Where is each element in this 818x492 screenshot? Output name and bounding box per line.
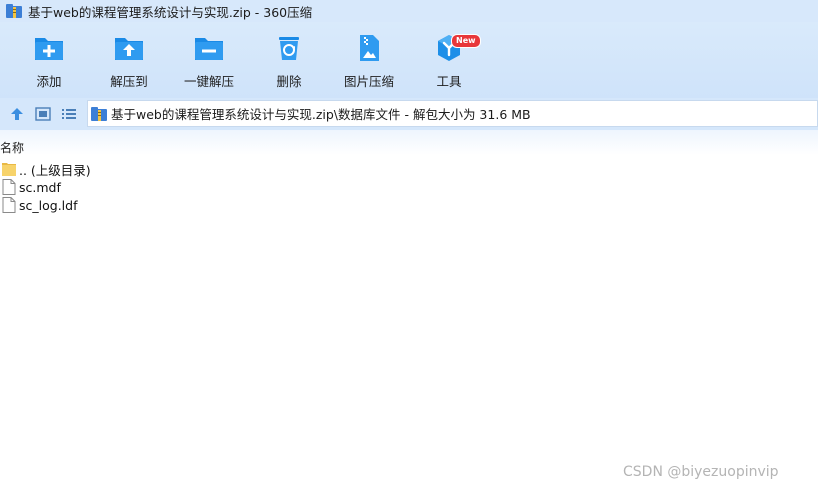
address-bar[interactable]: 基于web的课程管理系统设计与实现.zip\数据库文件 - 解包大小为 31.6… bbox=[87, 100, 818, 127]
list-item-parent-dir[interactable]: .. (上级目录) bbox=[0, 160, 818, 178]
delete-label: 删除 bbox=[276, 74, 302, 89]
add-button[interactable]: 添加 bbox=[9, 32, 89, 94]
archive-icon bbox=[6, 4, 22, 18]
list-view-icon[interactable] bbox=[61, 106, 77, 122]
title-bar: 基于web的课程管理系统设计与实现.zip - 360压缩 bbox=[0, 0, 818, 22]
delete-icon bbox=[279, 37, 299, 60]
watermark: CSDN @biyezuopinvip bbox=[623, 464, 779, 480]
folder-icon bbox=[2, 163, 16, 176]
image-compress-button[interactable]: 图片压缩 bbox=[329, 32, 409, 94]
window-title: 基于web的课程管理系统设计与实现.zip - 360压缩 bbox=[28, 4, 313, 20]
extract-to-button[interactable]: 解压到 bbox=[89, 32, 169, 94]
navigation-bar: 基于web的课程管理系统设计与实现.zip\数据库文件 - 解包大小为 31.6… bbox=[0, 98, 818, 130]
one-click-extract-label: 一键解压 bbox=[183, 74, 234, 89]
list-item-file[interactable]: sc.mdf bbox=[0, 178, 818, 196]
column-header-name[interactable]: 名称 bbox=[0, 139, 24, 156]
list-item-name: .. (上级目录) bbox=[19, 162, 91, 178]
archive-icon bbox=[91, 106, 107, 121]
up-arrow-icon[interactable] bbox=[9, 106, 25, 122]
list-header: 名称 bbox=[0, 130, 818, 155]
extract-to-label: 解压到 bbox=[110, 74, 148, 89]
file-list: .. (上级目录) sc.mdf sc_log.ldf bbox=[0, 160, 818, 214]
toolbar: 添加 解压到 一键解压 删除 图片压缩 New 工具 bbox=[0, 22, 818, 98]
one-click-extract-icon bbox=[195, 38, 223, 60]
file-icon bbox=[2, 179, 16, 195]
list-item-file[interactable]: sc_log.ldf bbox=[0, 196, 818, 214]
one-click-extract-button[interactable]: 一键解压 bbox=[169, 32, 249, 94]
add-icon bbox=[35, 38, 63, 60]
list-item-name: sc_log.ldf bbox=[19, 197, 78, 213]
address-path: 基于web的课程管理系统设计与实现.zip\数据库文件 - 解包大小为 31.6… bbox=[111, 107, 531, 122]
delete-button[interactable]: 删除 bbox=[249, 32, 329, 94]
extract-to-icon bbox=[115, 38, 143, 60]
tools-label: 工具 bbox=[436, 74, 462, 89]
image-compress-icon bbox=[360, 35, 379, 61]
image-compress-label: 图片压缩 bbox=[343, 74, 394, 89]
file-icon bbox=[2, 197, 16, 213]
add-label: 添加 bbox=[36, 74, 62, 89]
list-item-name: sc.mdf bbox=[19, 179, 61, 195]
tools-button[interactable]: New 工具 bbox=[409, 32, 489, 94]
new-badge: New bbox=[451, 34, 481, 48]
thumbnail-view-icon[interactable] bbox=[35, 106, 51, 122]
